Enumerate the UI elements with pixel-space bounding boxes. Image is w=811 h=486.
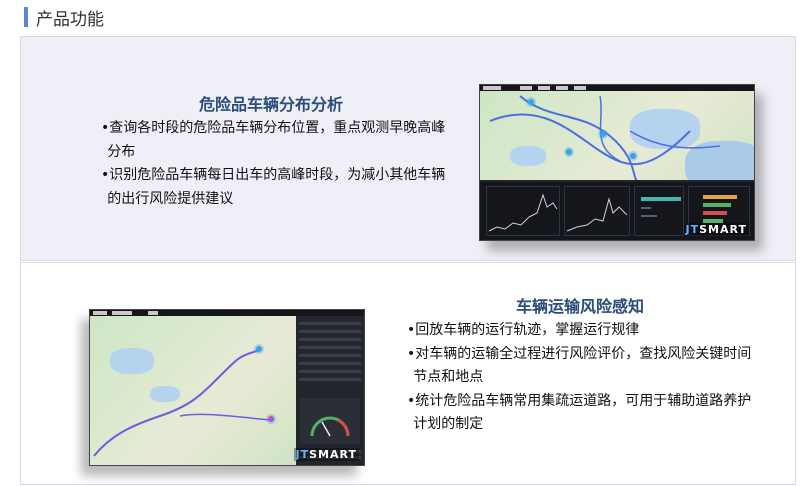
feature-item: •回放车辆的运行轨迹，掌握运行规律 [407, 322, 640, 338]
feature-title: 车辆运输风险感知 [516, 297, 645, 316]
jtsmart-logo: JTSMART [293, 448, 359, 461]
feature-panel-risk: JTSMART 车辆运输风险感知 •回放车辆的运行轨迹，掌握运行规律 •对车辆的… [20, 262, 796, 485]
feature-item: •查询各时段的危险品车辆分布位置，重点观测早晚高峰分布 [101, 120, 446, 160]
data-side-panel [296, 316, 364, 465]
feature-list: •回放车辆的运行轨迹，掌握运行规律 •对车辆的运输全过程进行风险评价，查找风险关… [407, 319, 759, 437]
feature-item: •统计危险品车辆常用集疏运道路，可用于辅助道路养护计划的制定 [407, 392, 752, 433]
feature-item: •识别危险品车辆每日出车的高峰时段，为减小其他车辆的出行风险提供建议 [101, 167, 446, 207]
feature-item: •对车辆的运输全过程进行风险评价，查找风险关键时间节点和地点 [407, 345, 752, 386]
jtsmart-logo: JTSMART [683, 223, 749, 236]
section-title: 产品功能 [36, 9, 104, 30]
map-view [480, 91, 754, 182]
speed-gauge [300, 398, 360, 444]
line-chart-panel [486, 186, 560, 236]
section-header: 产品功能 [24, 6, 104, 30]
risk-screenshot: JTSMART [89, 309, 365, 466]
feature-list: •查询各时段的危险品车辆分布位置，重点观测早晚高峰分布 •识别危险品车辆每日出车… [101, 117, 453, 211]
distribution-screenshot: JTSMART [479, 84, 755, 241]
map-view [90, 316, 298, 465]
feature-panel-distribution: 危险品车辆分布分析 •查询各时段的危险品车辆分布位置，重点观测早晚高峰分布 •识… [20, 36, 796, 261]
section-accent-bar [24, 7, 28, 27]
trend-chart-panel [564, 186, 630, 236]
feature-title: 危险品车辆分布分析 [199, 95, 344, 114]
bar-list-panel [634, 186, 684, 236]
